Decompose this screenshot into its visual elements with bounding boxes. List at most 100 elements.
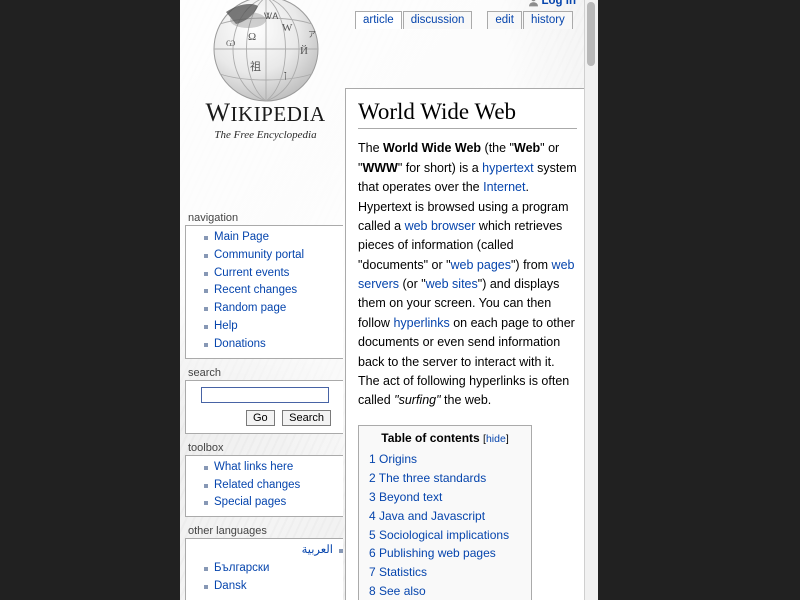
user-icon: [528, 0, 539, 7]
list-item: Български: [204, 560, 343, 578]
list-item: Random page: [204, 300, 343, 318]
bold-world-wide-web: World Wide Web: [383, 141, 481, 155]
sidebar-item-dansk[interactable]: Dansk: [214, 580, 247, 592]
navigation-heading: navigation: [188, 212, 343, 224]
list-item: Help: [204, 318, 343, 336]
toc-item: 8 See also: [369, 582, 521, 600]
portlet-other-languages: other languages العربية Български Dansk: [185, 525, 343, 600]
svg-text:Ω: Ω: [248, 31, 256, 43]
toc-item: 2 The three standards: [369, 469, 521, 488]
italic-surfing: "surfing": [394, 393, 440, 407]
toolbox-list: What links here Related changes Special …: [186, 459, 343, 512]
sidebar: navigation Main Page Community portal Cu…: [185, 212, 343, 600]
list-item: العربية: [204, 542, 343, 560]
svg-text:ן: ן: [284, 69, 287, 81]
sidebar-item-donations[interactable]: Donations: [214, 338, 266, 350]
link-web-pages[interactable]: web pages: [451, 258, 511, 272]
list-item: Dansk: [204, 578, 343, 596]
tab-discussion[interactable]: discussion: [403, 11, 473, 29]
toc-item: 1 Origins: [369, 450, 521, 469]
sidebar-item-current-events[interactable]: Current events: [214, 267, 289, 279]
list-item: What links here: [204, 459, 343, 477]
toc-item: 4 Java and Javascript: [369, 507, 521, 526]
toolbox-heading: toolbox: [188, 442, 343, 454]
sidebar-item-help[interactable]: Help: [214, 320, 238, 332]
list-item: Special pages: [204, 494, 343, 512]
sidebar-item-related-changes[interactable]: Related changes: [214, 479, 300, 491]
svg-text:Й: Й: [300, 45, 308, 57]
svg-text:ア: ア: [308, 30, 316, 39]
search-buttons: Go Search: [192, 408, 337, 426]
sidebar-item-arabic[interactable]: العربية: [302, 544, 333, 556]
personal-bar: Log in: [528, 0, 577, 7]
go-button[interactable]: Go: [246, 410, 275, 426]
toc-item: 6 Publishing web pages: [369, 544, 521, 563]
sidebar-item-main-page[interactable]: Main Page: [214, 231, 269, 243]
sidebar-item-community-portal[interactable]: Community portal: [214, 249, 304, 261]
sidebar-item-random-page[interactable]: Random page: [214, 302, 286, 314]
portlet-toolbox: toolbox What links here Related changes …: [185, 442, 343, 517]
navigation-list: Main Page Community portal Current event…: [186, 229, 343, 354]
link-internet[interactable]: Internet: [483, 180, 525, 194]
wikipedia-logo[interactable]: W Й Ω 祖 ן Ѡ ア ᏔᎪ WIKIPEDIA The Free Ency…: [188, 0, 343, 150]
search-input[interactable]: [201, 387, 329, 403]
vertical-scrollbar[interactable]: [584, 0, 598, 600]
tab-article[interactable]: article: [355, 11, 402, 29]
list-item: Main Page: [204, 229, 343, 247]
tab-edit[interactable]: edit: [487, 11, 522, 29]
link-hyperlinks[interactable]: hyperlinks: [393, 316, 449, 330]
toc-item: 3 Beyond text: [369, 488, 521, 507]
link-web-browser[interactable]: web browser: [405, 219, 476, 233]
portlet-search: search Go Search: [185, 367, 343, 434]
toc-link-java-and-javascript[interactable]: 4 Java and Javascript: [369, 509, 485, 523]
svg-text:祖: 祖: [250, 59, 261, 73]
sidebar-item-what-links-here[interactable]: What links here: [214, 461, 293, 473]
link-hypertext[interactable]: hypertext: [482, 161, 533, 175]
list-item: Current events: [204, 265, 343, 283]
bold-www: WWW: [362, 161, 397, 175]
logo-tagline: The Free Encyclopedia: [188, 129, 343, 141]
list-item: Donations: [204, 336, 343, 354]
svg-text:W: W: [282, 22, 293, 34]
link-web-sites[interactable]: web sites: [426, 277, 478, 291]
list-item: Related changes: [204, 477, 343, 495]
toc-link-origins[interactable]: 1 Origins: [369, 452, 417, 466]
sidebar-item-bulgarian[interactable]: Български: [214, 562, 269, 574]
languages-heading: other languages: [188, 525, 343, 537]
tab-history[interactable]: history: [523, 11, 573, 29]
scrollbar-thumb[interactable]: [587, 2, 595, 66]
article-intro-paragraph: The World Wide Web (the "Web" or "WWW" f…: [358, 139, 577, 410]
toc-link-sociological-implications[interactable]: 5 Sociological implications: [369, 528, 509, 542]
toc-title: Table of contents [hide]: [369, 431, 521, 445]
sidebar-item-special-pages[interactable]: Special pages: [214, 496, 286, 508]
page-title: World Wide Web: [358, 99, 577, 129]
toc-hide-wrapper: [hide]: [483, 433, 509, 445]
toc-link-publishing-web-pages[interactable]: 6 Publishing web pages: [369, 546, 496, 560]
screenshot-root: Log in: [0, 0, 800, 600]
toc-item: 7 Statistics: [369, 563, 521, 582]
logo-wordmark: WIKIPEDIA: [188, 100, 343, 126]
sidebar-item-recent-changes[interactable]: Recent changes: [214, 284, 297, 296]
table-of-contents: Table of contents [hide] 1 Origins 2 The…: [358, 425, 532, 600]
search-button[interactable]: Search: [282, 410, 331, 426]
svg-text:Ѡ: Ѡ: [226, 39, 235, 48]
toc-link-statistics[interactable]: 7 Statistics: [369, 565, 427, 579]
browser-viewport: Log in: [180, 0, 598, 600]
portlet-navigation: navigation Main Page Community portal Cu…: [185, 212, 343, 359]
list-item: Recent changes: [204, 282, 343, 300]
toc-link-beyond-text[interactable]: 3 Beyond text: [369, 490, 442, 504]
search-body: Go Search: [185, 380, 343, 434]
toc-item: 5 Sociological implications: [369, 526, 521, 545]
toc-hide-link[interactable]: hide: [486, 433, 506, 445]
toc-link-see-also[interactable]: 8 See also: [369, 584, 426, 598]
list-item: Community portal: [204, 247, 343, 265]
navigation-body: Main Page Community portal Current event…: [185, 225, 343, 359]
toc-link-the-three-standards[interactable]: 2 The three standards: [369, 471, 486, 485]
toolbox-body: What links here Related changes Special …: [185, 455, 343, 517]
toc-list: 1 Origins 2 The three standards 3 Beyond…: [369, 450, 521, 600]
login-link[interactable]: Log in: [542, 0, 577, 7]
wikipedia-puzzle-globe: W Й Ω 祖 ן Ѡ ア ᏔᎪ: [196, 0, 336, 106]
languages-list: العربية Български Dansk: [186, 542, 343, 595]
bold-web: Web: [514, 141, 540, 155]
languages-body: العربية Български Dansk: [185, 538, 343, 600]
